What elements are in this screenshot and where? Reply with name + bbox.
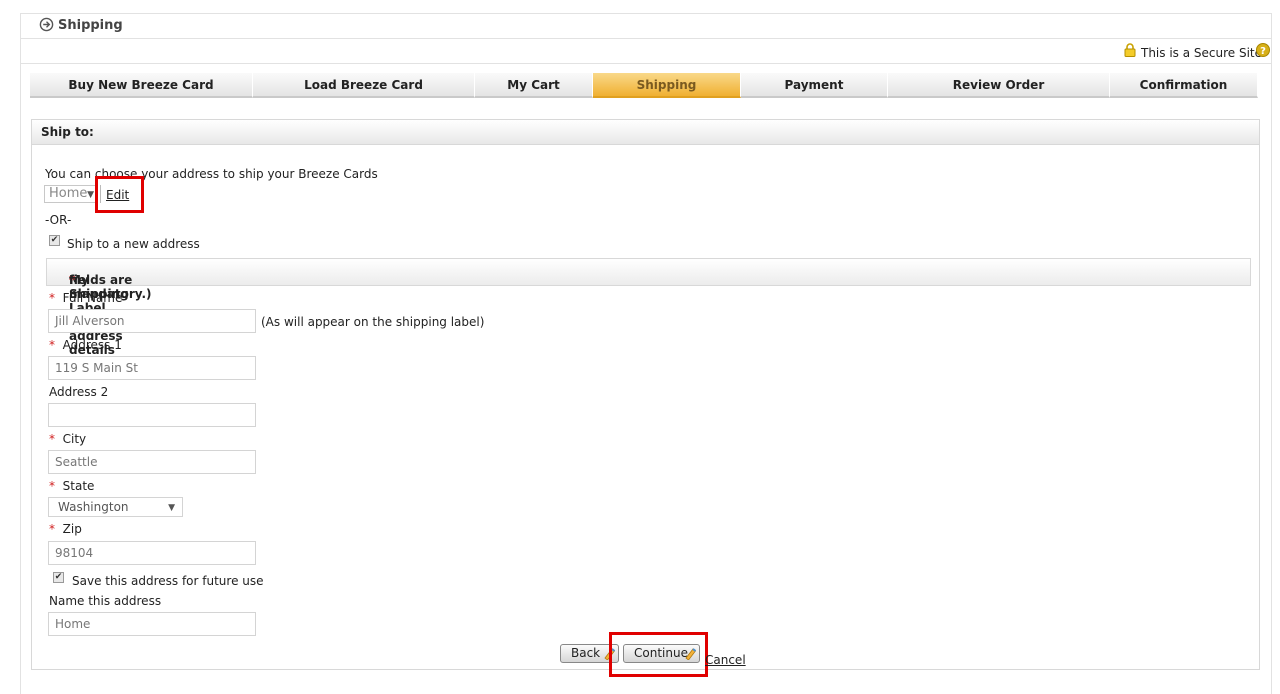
- dropdown-arrow-icon: ▼: [87, 190, 94, 200]
- save-address-label: Save this address for future use: [72, 574, 264, 588]
- highlight-box-edit: [95, 176, 144, 213]
- name-address-label: Name this address: [49, 594, 162, 608]
- save-address-checkbox[interactable]: ✔: [53, 572, 64, 583]
- highlight-box-continue: [609, 632, 708, 677]
- title-bar: Shipping: [21, 14, 1271, 39]
- or-separator: -OR-: [45, 213, 72, 227]
- ship-to-heading: Ship to:: [41, 125, 94, 139]
- help-icon[interactable]: ?: [1256, 43, 1270, 57]
- address2-label: Address 2: [49, 385, 109, 399]
- new-address-checkbox[interactable]: ✔: [49, 235, 60, 246]
- full-name-label: * Full Name: [49, 291, 122, 305]
- city-field[interactable]: Seattle: [48, 450, 256, 474]
- secure-bar: This is a Secure Site ?: [21, 39, 1271, 64]
- step-load-breeze-card[interactable]: Load Breeze Card: [253, 73, 475, 98]
- saved-address-select[interactable]: Home ▼: [44, 185, 98, 203]
- ship-to-header: Ship to:: [32, 120, 1259, 145]
- required-star: *: [49, 291, 55, 305]
- page-title: Shipping: [58, 18, 123, 33]
- step-confirmation[interactable]: Confirmation: [1110, 73, 1258, 98]
- state-select[interactable]: Washington ▼: [48, 497, 183, 517]
- required-star: *: [49, 338, 55, 352]
- full-name-hint: (As will appear on the shipping label): [261, 315, 485, 329]
- required-star: *: [49, 432, 55, 446]
- lock-icon: [1124, 43, 1136, 57]
- label-text: Zip: [62, 522, 82, 536]
- step-review-order[interactable]: Review Order: [888, 73, 1110, 98]
- cancel-link[interactable]: Cancel: [705, 653, 746, 667]
- label-text: Address 1: [62, 338, 122, 352]
- shipping-label-header: My Shipping Label (Enter address details…: [46, 258, 1251, 371]
- required-star: *: [49, 522, 55, 536]
- state-label: * State: [49, 479, 94, 493]
- label-text: State: [62, 479, 95, 493]
- address1-field[interactable]: 119 S Main St: [48, 356, 256, 380]
- address2-field[interactable]: [48, 403, 256, 427]
- label-text: City: [62, 432, 87, 446]
- new-address-label: Ship to a new address: [67, 237, 200, 251]
- step-buy-new-breeze-card[interactable]: Buy New Breeze Card: [30, 73, 253, 98]
- label-text: Full Name: [62, 291, 123, 305]
- zip-label: * Zip: [49, 522, 82, 536]
- step-payment[interactable]: Payment: [741, 73, 888, 98]
- step-my-cart[interactable]: My Cart: [475, 73, 593, 98]
- required-star: *: [49, 479, 55, 493]
- secure-site-text: This is a Secure Site: [1141, 46, 1263, 60]
- svg-text:?: ?: [1260, 46, 1266, 57]
- saved-address-value: Home: [49, 186, 88, 201]
- address1-label: * Address 1: [49, 338, 122, 352]
- arrow-circle-right-icon: [39, 17, 54, 32]
- city-label: * City: [49, 432, 86, 446]
- zip-field[interactable]: 98104: [48, 541, 256, 565]
- state-value: Washington: [58, 500, 129, 514]
- back-label: Back: [571, 646, 601, 660]
- dropdown-arrow-icon: ▼: [168, 503, 175, 513]
- step-shipping[interactable]: Shipping: [593, 73, 741, 98]
- full-name-field[interactable]: Jill Alverson: [48, 309, 256, 333]
- checkout-steps: Buy New Breeze Card Load Breeze Card My …: [30, 73, 1258, 98]
- name-address-field[interactable]: Home: [48, 612, 256, 636]
